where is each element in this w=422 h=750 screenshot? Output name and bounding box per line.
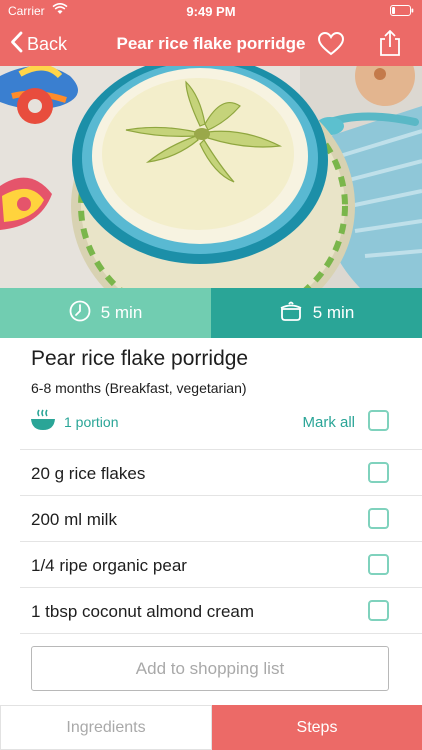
- status-time: 9:49 PM: [186, 4, 236, 19]
- back-button[interactable]: Back: [10, 31, 68, 58]
- recipe-photo: [0, 66, 422, 288]
- tab-steps[interactable]: Steps: [212, 705, 422, 750]
- status-bar: Carrier 9:49 PM: [0, 0, 422, 22]
- mark-all-label[interactable]: Mark all: [302, 414, 355, 431]
- tab-ingredients[interactable]: Ingredients: [0, 705, 212, 750]
- ingredient-row: 1/4 ripe organic pear: [0, 542, 422, 588]
- prep-time-value: 5 min: [100, 303, 143, 322]
- ingredient-row: 20 g rice flakes: [0, 450, 422, 496]
- portion-row: 1 portion Mark all: [0, 404, 422, 440]
- ingredient-checkbox[interactable]: [368, 462, 389, 483]
- divider: [20, 633, 422, 634]
- ingredient-checkbox[interactable]: [368, 600, 389, 621]
- cook-time: 5 min: [211, 288, 422, 338]
- add-to-shopping-list-button[interactable]: Add to shopping list: [31, 646, 389, 691]
- battery-icon: [390, 5, 414, 16]
- ingredient-text: 200 ml milk: [31, 510, 117, 529]
- favorite-button[interactable]: [317, 31, 345, 57]
- mark-all-checkbox[interactable]: [368, 410, 389, 431]
- ingredient-text: 1 tbsp coconut almond cream: [31, 602, 255, 621]
- tab-bar: Ingredients Steps: [0, 705, 422, 750]
- heart-icon: [317, 31, 345, 61]
- nav-bar: Back Pear rice flake porridge: [0, 22, 422, 66]
- ingredient-row: 1 tbsp coconut almond cream: [0, 588, 422, 634]
- back-label: Back: [27, 33, 68, 54]
- ingredient-checkbox[interactable]: [368, 508, 389, 529]
- bowl-icon: [30, 408, 56, 432]
- pot-icon: [279, 300, 313, 327]
- share-icon: [378, 30, 402, 61]
- ingredient-text: 20 g rice flakes: [31, 464, 146, 483]
- prep-time: 5 min: [0, 288, 211, 338]
- ingredient-checkbox[interactable]: [368, 554, 389, 575]
- ingredient-text: 1/4 ripe organic pear: [31, 556, 187, 575]
- time-bar: 5 min 5 min: [0, 288, 422, 338]
- cook-time-value: 5 min: [312, 303, 355, 322]
- clock-icon: [69, 300, 101, 327]
- recipe-category: 6-8 months (Breakfast, vegetarian): [31, 380, 247, 396]
- portion-label[interactable]: 1 portion: [64, 414, 118, 430]
- recipe-title: Pear rice flake porridge: [31, 347, 249, 370]
- ingredient-row: 200 ml milk: [0, 496, 422, 542]
- chevron-left-icon: [10, 31, 23, 58]
- share-button[interactable]: [378, 29, 402, 57]
